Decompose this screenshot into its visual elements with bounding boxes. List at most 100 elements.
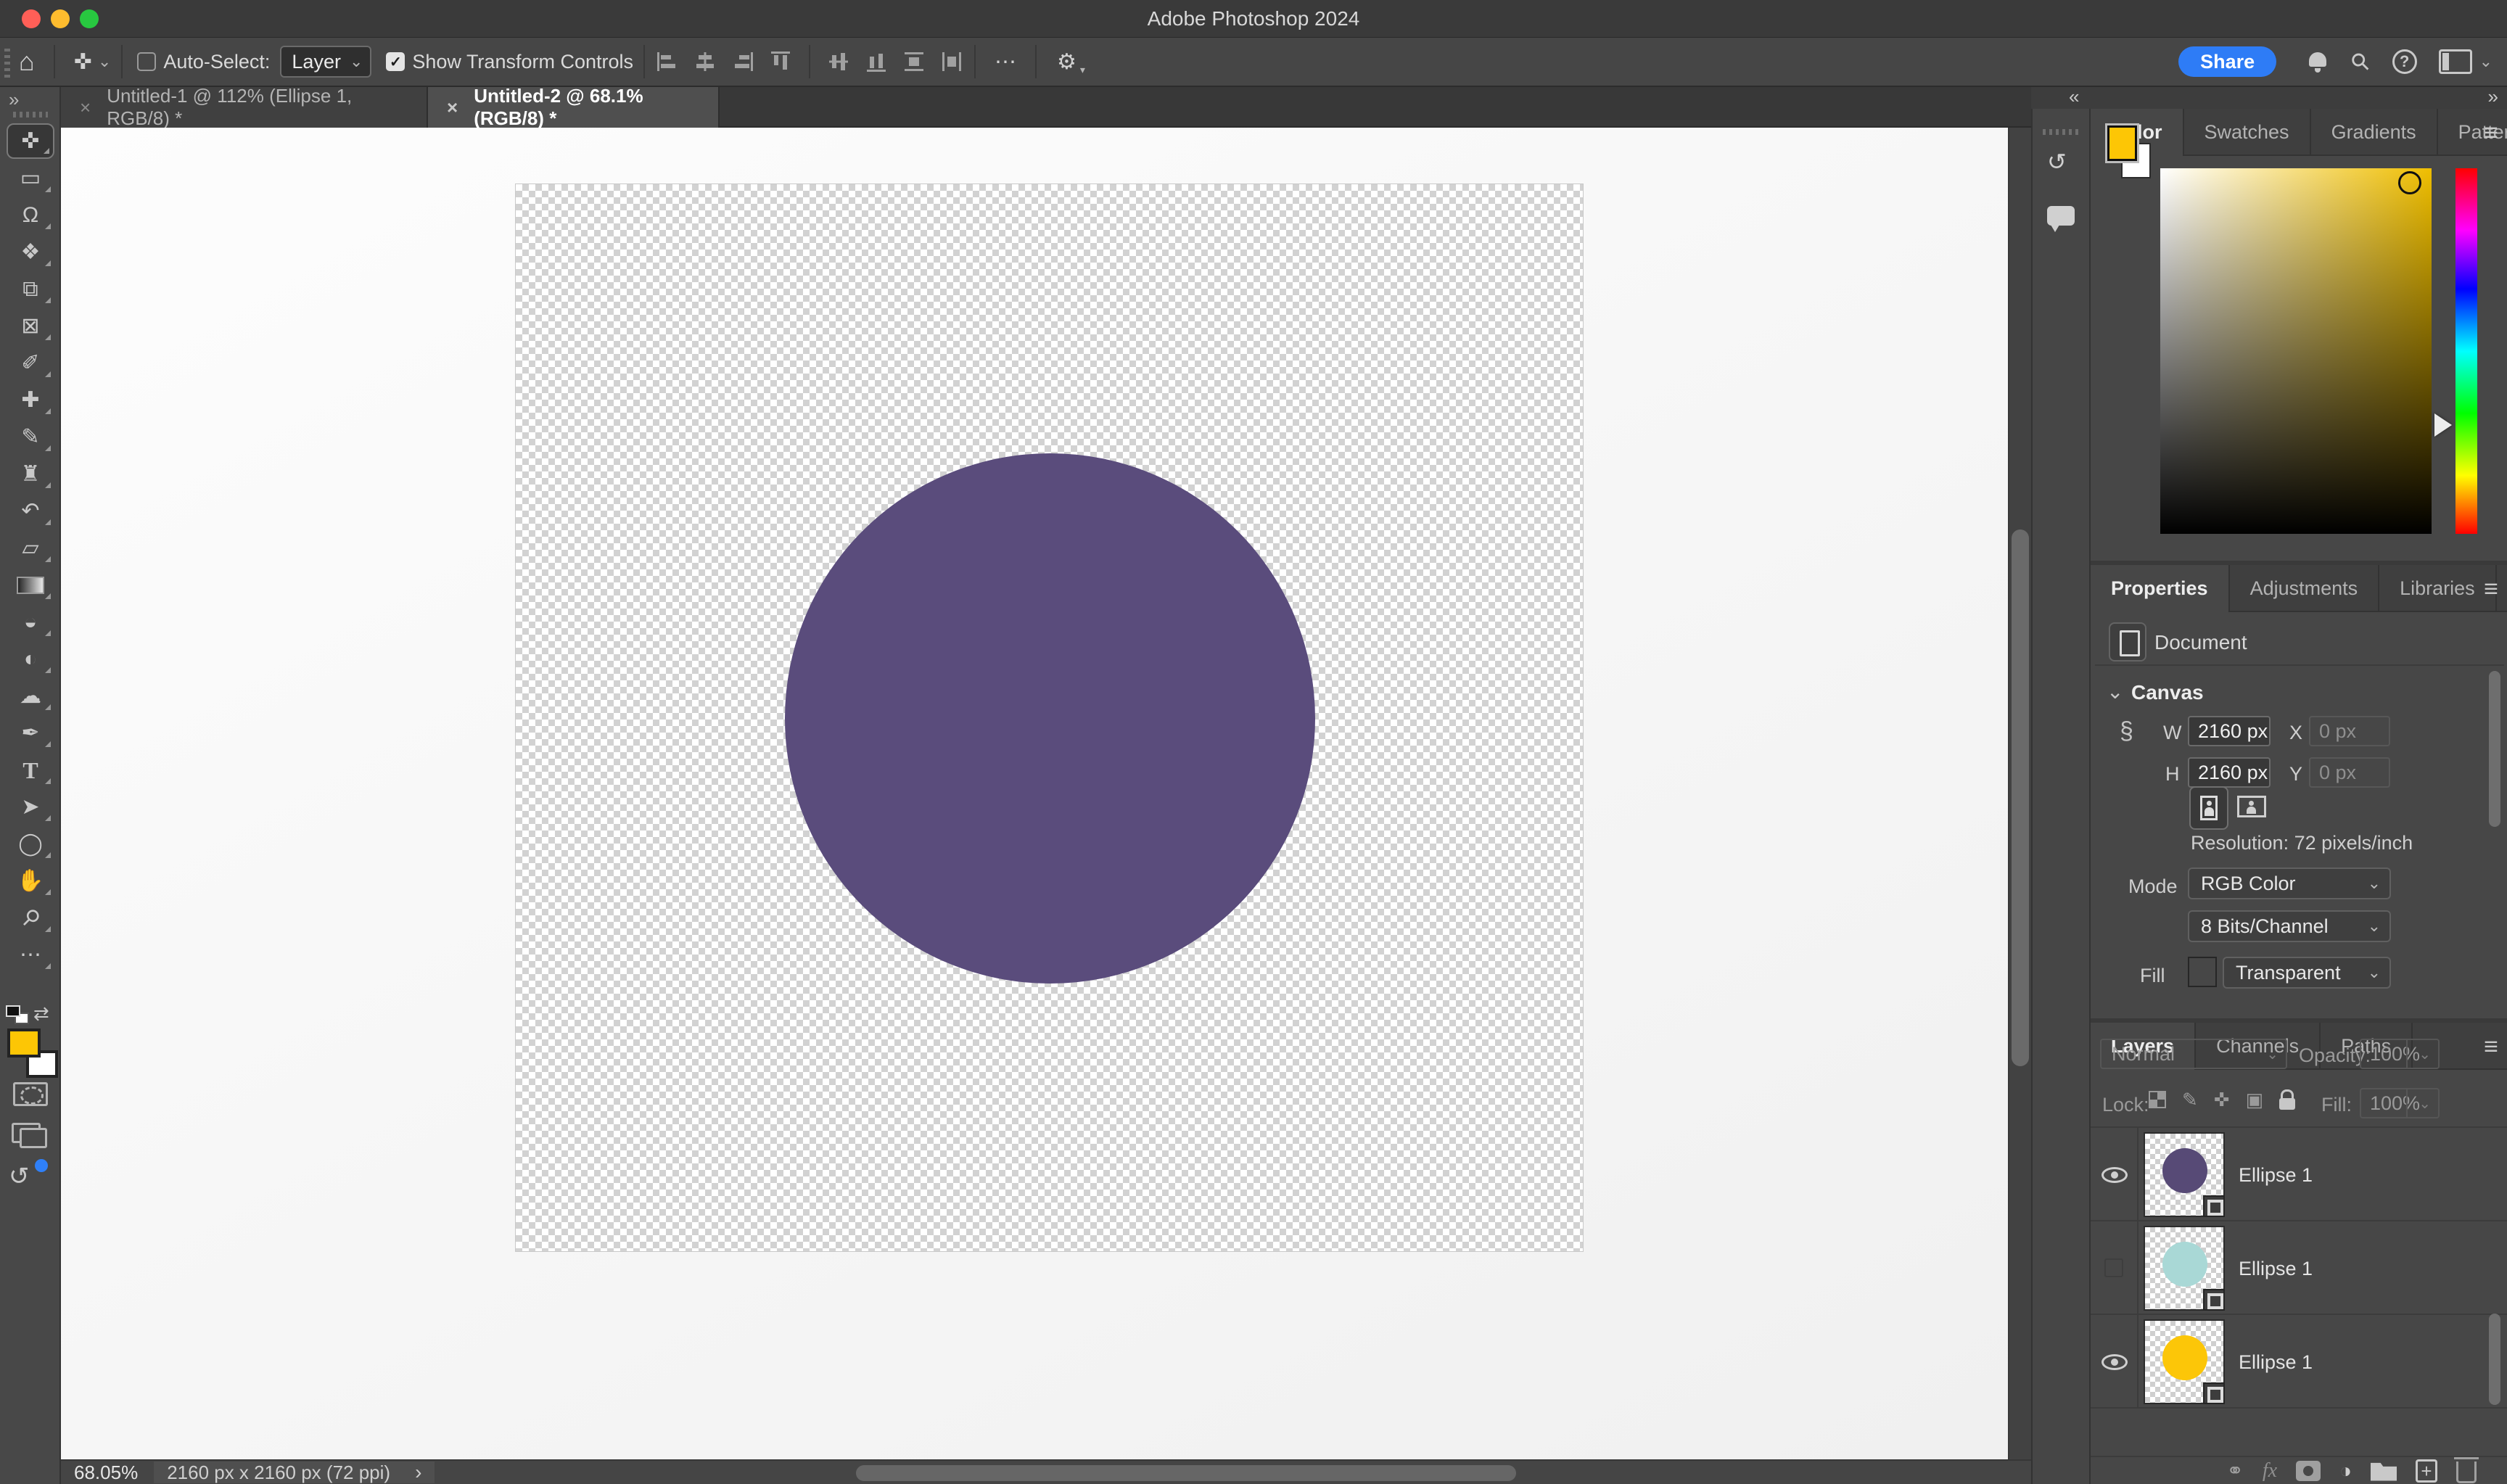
link-dimensions-icon[interactable]: § — [2120, 717, 2133, 746]
eye-hidden-icon[interactable] — [2104, 1258, 2123, 1277]
layer-name[interactable]: Ellipse 1 — [2239, 1258, 2313, 1280]
dodge-tool[interactable]: ◐ — [7, 641, 54, 677]
tab-libraries[interactable]: Libraries — [2379, 565, 2497, 612]
tab-adjustments[interactable]: Adjustments — [2230, 565, 2380, 612]
hue-slider-arrow[interactable] — [2434, 413, 2452, 437]
tab-properties[interactable]: Properties — [2091, 565, 2230, 612]
hand-tool[interactable]: ✋ — [7, 863, 54, 899]
landscape-orientation-button[interactable] — [2237, 793, 2269, 820]
zoom-level-field[interactable]: 68.05% — [74, 1462, 138, 1484]
move-tool[interactable]: ✜ — [7, 123, 54, 159]
version-history-icon[interactable]: ↺ — [2047, 148, 2076, 177]
help-icon[interactable]: ? — [2392, 49, 2417, 74]
canvas-fill-swatch[interactable] — [2188, 957, 2217, 987]
type-tool[interactable]: T — [7, 752, 54, 788]
show-transform-checkbox[interactable]: ✓ — [386, 52, 405, 71]
path-selection-tool[interactable]: ➤ — [7, 789, 54, 825]
auto-select-target-dropdown[interactable]: Layer ⌄ — [280, 46, 371, 78]
object-selection-tool[interactable]: ❖ — [7, 234, 54, 270]
panel-menu-icon[interactable]: ≡ — [2484, 119, 2498, 147]
align-top-edges-icon[interactable] — [768, 49, 793, 74]
blur-tool[interactable]: ◒ — [7, 604, 54, 640]
canvas-fill-dropdown[interactable]: Transparent ⌄ — [2223, 957, 2391, 989]
brush-tool[interactable]: ✎ — [7, 419, 54, 455]
saturation-brightness-field[interactable] — [2160, 168, 2432, 534]
notifications-bell-icon[interactable] — [2307, 51, 2329, 73]
eyedropper-tool[interactable]: ✐ — [7, 345, 54, 381]
align-horizontal-centers-icon[interactable] — [693, 49, 717, 74]
eye-icon[interactable] — [2101, 1354, 2128, 1370]
foreground-color-swatch[interactable] — [7, 1029, 41, 1058]
document-tab-untitled-2[interactable]: × Untitled-2 @ 68.1% (RGB/8) * — [428, 87, 720, 128]
clone-stamp-tool[interactable]: ♜ — [7, 456, 54, 492]
portrait-orientation-button[interactable] — [2189, 786, 2228, 830]
lasso-tool[interactable]: Ω — [7, 197, 54, 233]
canvas-y-input[interactable]: 0 px — [2309, 757, 2390, 788]
chevron-down-icon[interactable]: ⌄ — [98, 52, 111, 71]
distribute-horizontal-centers-icon[interactable] — [939, 49, 964, 74]
bit-depth-dropdown[interactable]: 8 Bits/Channel ⌄ — [2188, 910, 2391, 942]
canvas-vertical-scrollbar[interactable] — [2008, 128, 2031, 1459]
lock-pixels-icon[interactable]: ✎ — [2182, 1090, 2198, 1109]
canvas-area[interactable] — [61, 128, 2008, 1459]
crop-tool[interactable]: ⧉ — [7, 271, 54, 307]
gradient-tool[interactable] — [7, 567, 54, 603]
add-layer-mask-icon[interactable] — [2296, 1461, 2321, 1481]
link-layers-icon[interactable]: ⚭ — [2226, 1461, 2243, 1481]
eraser-tool[interactable]: ▱ — [7, 530, 54, 566]
panel-foreground-swatch[interactable] — [2107, 125, 2137, 161]
pen-tool[interactable]: ✒ — [7, 715, 54, 751]
comments-icon[interactable] — [2047, 206, 2075, 226]
layer-row-2[interactable]: Ellipse 1 — [2091, 1221, 2507, 1315]
lock-artboard-icon[interactable]: ▣ — [2246, 1090, 2264, 1109]
smudge-tool[interactable]: ☁ — [7, 678, 54, 714]
frame-tool[interactable]: ⊠ — [7, 308, 54, 344]
adjustment-layer-icon[interactable]: ◑ — [2339, 1461, 2352, 1481]
close-tab-icon[interactable]: × — [447, 96, 458, 119]
options-bar-grip[interactable] — [4, 46, 10, 78]
layer-effects-icon[interactable]: fx — [2263, 1459, 2277, 1483]
document-info[interactable]: 2160 px x 2160 px (72 ppi) › — [154, 1462, 435, 1483]
new-layer-icon[interactable]: + — [2416, 1459, 2437, 1483]
panel-menu-icon[interactable]: ≡ — [2484, 1033, 2498, 1061]
canvas-x-input[interactable]: 0 px — [2309, 716, 2390, 746]
scrollbar-thumb[interactable] — [2012, 529, 2029, 1066]
layers-scrollbar-thumb[interactable] — [2489, 1314, 2500, 1405]
blend-mode-dropdown[interactable]: Normal ⌄ — [2100, 1039, 2287, 1069]
canvas-section-chevron-icon[interactable]: ⌄ — [2107, 680, 2123, 704]
canvas-height-input[interactable]: 2160 px — [2188, 757, 2271, 788]
tools-panel-grip[interactable] — [13, 112, 48, 118]
close-tab-icon[interactable]: × — [80, 96, 91, 119]
document-tab-untitled-1[interactable]: × Untitled-1 @ 112% (Ellipse 1, RGB/8) * — [61, 87, 428, 128]
default-colors-icon[interactable] — [6, 1005, 20, 1017]
canvas-width-input[interactable]: 2160 px — [2188, 716, 2271, 746]
panel-menu-icon[interactable]: ≡ — [2484, 575, 2498, 603]
delete-layer-icon[interactable] — [2456, 1462, 2477, 1483]
collapse-panels-icon[interactable]: « — [2069, 86, 2079, 108]
expand-panels-icon[interactable]: » — [2488, 86, 2498, 108]
align-right-edges-icon[interactable] — [730, 49, 755, 74]
more-align-options-icon[interactable]: ⋯ — [995, 49, 1016, 75]
rectangular-marquee-tool[interactable]: ▭ — [7, 160, 54, 196]
tool-settings-button[interactable]: ⚙ ▾ — [1057, 49, 1077, 75]
edit-toolbar-tool[interactable]: ⋯ — [7, 937, 54, 973]
color-picker-ring[interactable] — [2398, 171, 2421, 194]
distribute-vertical-centers-icon[interactable] — [902, 49, 926, 74]
new-group-icon[interactable] — [2371, 1461, 2397, 1481]
layer-row-3[interactable]: Ellipse 1 — [2091, 1315, 2507, 1409]
fill-opacity-input[interactable]: 100% ⌄ — [2360, 1088, 2440, 1118]
status-expand-icon[interactable]: › — [415, 1461, 421, 1484]
color-mode-dropdown[interactable]: RGB Color ⌄ — [2188, 867, 2391, 899]
spot-healing-brush-tool[interactable]: ✚ — [7, 382, 54, 418]
chevron-down-icon[interactable]: ⌄ — [2479, 52, 2492, 71]
eye-icon[interactable] — [2101, 1167, 2128, 1183]
visibility-cell[interactable] — [2091, 1315, 2138, 1407]
lock-position-icon[interactable]: ✜ — [2214, 1090, 2230, 1109]
properties-scrollbar-thumb[interactable] — [2489, 671, 2500, 827]
home-icon[interactable]: ⌂ — [19, 46, 35, 77]
share-button[interactable]: Share — [2178, 46, 2276, 77]
layer-row-1[interactable]: Ellipse 1 — [2091, 1128, 2507, 1221]
screen-mode-button[interactable] — [12, 1123, 41, 1143]
canvas-horizontal-scrollbar[interactable] — [856, 1465, 1516, 1481]
visibility-cell[interactable] — [2091, 1128, 2138, 1220]
